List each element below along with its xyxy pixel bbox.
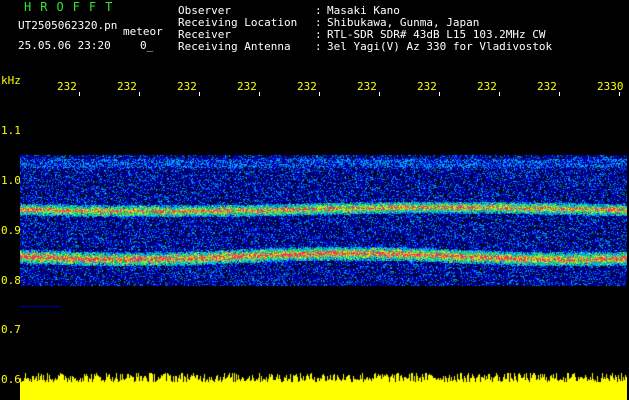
spectrogram-waterfall bbox=[20, 96, 627, 400]
time-label-7: 232 bbox=[417, 80, 437, 93]
y-label-0.9: 0.9 bbox=[1, 224, 21, 237]
time-label-8: 232 bbox=[477, 80, 497, 93]
unit-label: kHz bbox=[1, 74, 21, 87]
meteor-label: meteor bbox=[123, 25, 163, 38]
time-label-3: 232 bbox=[177, 80, 197, 93]
y-label-1.1: 1.1 bbox=[1, 124, 21, 137]
time-label-1: 232 bbox=[57, 80, 77, 93]
datetime-label: 25.05.06 23:20 bbox=[18, 39, 111, 52]
y-label-0.6: 0.6 bbox=[1, 373, 21, 386]
hrofft-logo: HROFFT bbox=[24, 0, 122, 14]
filename-label: UT2505062320.pn bbox=[18, 19, 118, 32]
y-label-0.7: 0.7 bbox=[1, 323, 21, 336]
time-label-9: 232 bbox=[537, 80, 557, 93]
meteor-count: 0_ bbox=[140, 39, 154, 52]
time-label-6: 232 bbox=[357, 80, 377, 93]
antenna-value: 3el Yagi(V) Az 330 for Vladivostok bbox=[327, 40, 553, 53]
time-label-5: 232 bbox=[297, 80, 317, 93]
antenna-sep: : bbox=[315, 40, 322, 53]
time-label-2: 232 bbox=[117, 80, 137, 93]
y-label-1.0: 1.0 bbox=[1, 174, 21, 187]
antenna-label: Receiving Antenna bbox=[178, 40, 291, 53]
time-label-4: 232 bbox=[237, 80, 257, 93]
y-label-0.8: 0.8 bbox=[1, 274, 21, 287]
